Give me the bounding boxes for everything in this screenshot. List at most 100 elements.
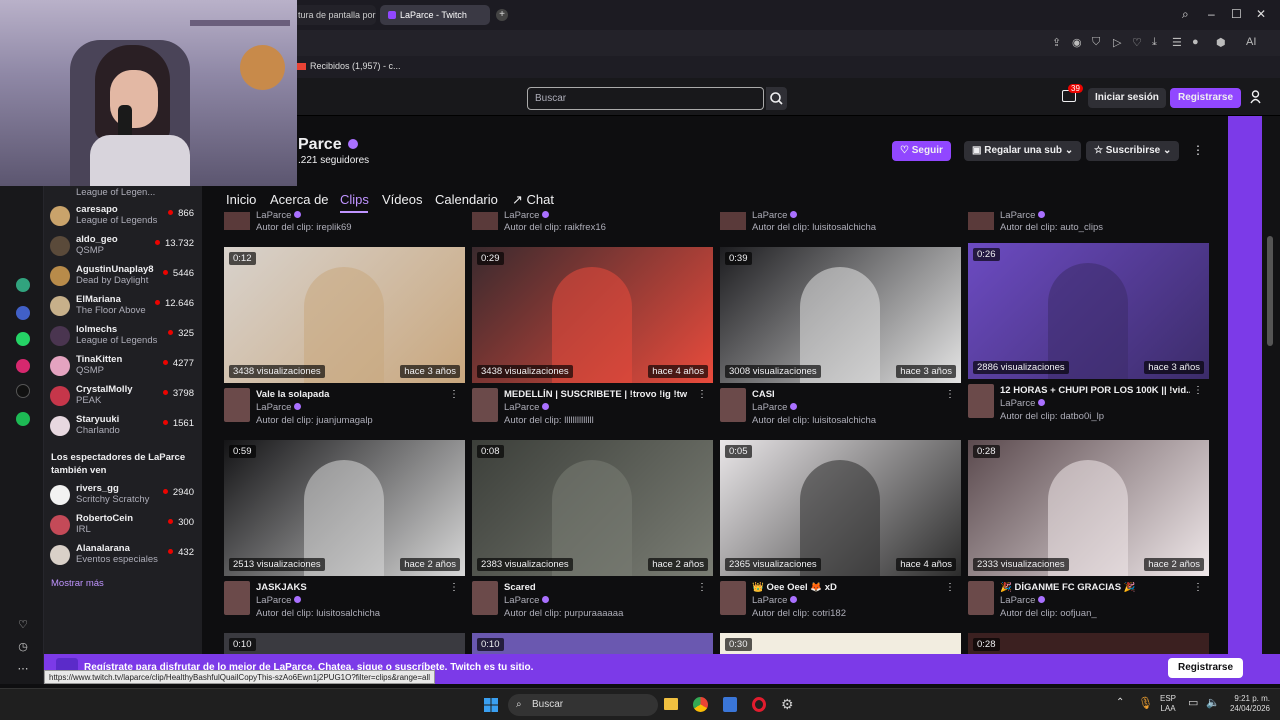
minimize-icon[interactable]: – <box>1208 7 1215 21</box>
taskbar-search[interactable]: ⌕ Buscar <box>508 694 658 716</box>
scrollbar[interactable] <box>1262 116 1280 654</box>
sidebar-channel[interactable]: rivers_gg Scritchy Scratchy 2940 <box>44 481 202 511</box>
tab-clips[interactable]: Clips <box>340 192 369 207</box>
tab-calendario[interactable]: Calendario <box>435 192 498 207</box>
sidebar-channel[interactable]: Alanalarana Eventos especiales 432 <box>44 541 202 571</box>
sidebar-channel[interactable]: AgustinUnaplay8 Dead by Daylight 5446 <box>44 262 202 292</box>
clip-card-partial[interactable]: LaParce Autor del clip: luisitosalchicha <box>720 210 961 240</box>
avatar[interactable] <box>472 581 498 615</box>
close-icon[interactable]: ✕ <box>1256 7 1266 21</box>
network-icon[interactable]: ▭ <box>1188 696 1198 709</box>
sidebar-app-icon[interactable] <box>16 278 30 292</box>
clip-title[interactable]: Vale la solapada <box>256 389 446 400</box>
clip-channel[interactable]: LaParce <box>256 210 302 221</box>
clip-thumbnail[interactable]: 0:28 <box>968 633 1209 654</box>
clip-thumbnail[interactable]: 0:59 2513 visualizaciones hace 2 años <box>224 440 465 576</box>
new-tab-button[interactable]: + <box>496 9 508 21</box>
more-options-icon[interactable]: ⋮ <box>1192 143 1204 157</box>
bookmark-item[interactable]: Recibidos (1,957) - c... <box>310 61 401 71</box>
avatar[interactable] <box>224 388 250 422</box>
clip-channel[interactable]: LaParce <box>1000 398 1046 409</box>
extension-icon[interactable]: ⬢ <box>1216 36 1226 49</box>
clip-channel[interactable]: LaParce <box>504 402 550 413</box>
avatar[interactable] <box>720 388 746 422</box>
sidebar-mail-icon[interactable] <box>16 306 30 320</box>
search-input[interactable]: Buscar <box>527 87 764 110</box>
clip-card[interactable]: 0:12 3438 visualizaciones hace 3 años Vale … <box>224 247 465 432</box>
heart-sidebar-icon[interactable]: ♡ <box>16 618 30 632</box>
play-icon[interactable]: ▷ <box>1113 36 1121 49</box>
login-button[interactable]: Iniciar sesión <box>1088 88 1166 108</box>
clip-thumbnail[interactable]: 0:10 <box>224 633 465 654</box>
camera-icon[interactable]: ◉ <box>1072 36 1082 49</box>
clip-title[interactable]: Scared <box>504 582 694 593</box>
clip-channel[interactable]: LaParce <box>752 210 798 221</box>
avatar[interactable] <box>968 581 994 615</box>
more-options-icon[interactable]: ⋮ <box>945 582 955 593</box>
lang-indicator[interactable]: ESP LAA <box>1160 694 1176 714</box>
clip-thumbnail[interactable]: 0:12 3438 visualizaciones hace 3 años <box>224 247 465 383</box>
clip-title[interactable]: JASKJAKS <box>256 582 446 593</box>
tray-chevron-icon[interactable]: ⌃ <box>1116 697 1124 708</box>
sidebar-channel[interactable]: TinaKitten QSMP 4277 <box>44 352 202 382</box>
more-icon[interactable]: ⋯ <box>16 662 30 676</box>
more-options-icon[interactable]: ⋮ <box>1193 385 1203 396</box>
clip-card[interactable]: 0:08 2383 visualizaciones hace 2 años Scare… <box>472 440 713 625</box>
calculator-icon[interactable] <box>723 697 737 712</box>
menu-icon[interactable]: ☰ <box>1172 36 1182 49</box>
clip-channel[interactable]: LaParce <box>1000 595 1046 606</box>
avatar[interactable] <box>968 384 994 418</box>
clip-channel[interactable]: LaParce <box>752 402 798 413</box>
clip-card[interactable]: 0:26 2886 visualizaciones hace 3 años 12 HO… <box>968 243 1209 428</box>
clip-card-partial[interactable]: LaParce Autor del clip: auto_clips <box>968 210 1209 240</box>
spotify-icon[interactable] <box>16 412 30 426</box>
avatar[interactable] <box>720 581 746 615</box>
more-options-icon[interactable]: ⋮ <box>697 389 707 400</box>
clip-card-partial[interactable]: LaParce Autor del clip: ireplik69 <box>224 210 465 240</box>
sidebar-channel[interactable]: ElMariana The Floor Above 12.646 <box>44 292 202 322</box>
sidebar-channel[interactable]: RobertoCein IRL 300 <box>44 511 202 541</box>
profile-icon[interactable]: ● <box>1192 36 1199 48</box>
start-icon[interactable] <box>484 698 498 712</box>
chrome-icon[interactable] <box>693 697 708 712</box>
avatar[interactable] <box>224 581 250 615</box>
download-icon[interactable]: ⤓ <box>1152 36 1157 49</box>
clip-title[interactable]: 👑 Oee Oeel 🦊 xD <box>752 582 942 593</box>
settings-icon[interactable]: ⚙ <box>781 696 794 713</box>
clip-title[interactable]: CASI <box>752 389 942 400</box>
history-icon[interactable]: ◷ <box>16 640 30 654</box>
clip-card[interactable]: 0:28 2333 visualizaciones hace 2 años 🎉 DÍG… <box>968 440 1209 625</box>
clip-thumbnail[interactable]: 0:26 2886 visualizaciones hace 3 años <box>968 243 1209 379</box>
whatsapp-icon[interactable] <box>16 332 30 346</box>
clip-thumbnail[interactable]: 0:28 2333 visualizaciones hace 2 años <box>968 440 1209 576</box>
clip-thumbnail[interactable]: 0:39 3008 visualizaciones hace 3 años <box>720 247 961 383</box>
follow-button[interactable]: ♡ Seguir <box>892 141 951 161</box>
search-tabs-icon[interactable]: ⌕ <box>1182 7 1189 22</box>
clip-channel[interactable]: LaParce <box>256 402 302 413</box>
sidebar-channel[interactable]: aldo_geo QSMP 13.732 <box>44 232 202 262</box>
tiktok-icon[interactable] <box>16 384 30 398</box>
tab-chat[interactable]: ↗ Chat <box>512 192 554 208</box>
search-button[interactable] <box>766 87 787 110</box>
clip-channel[interactable]: LaParce <box>504 210 550 221</box>
clip-title[interactable]: MEDELLÍN | SUSCRIBETE | !trovo !ig !tw <box>504 389 694 400</box>
clip-channel[interactable]: LaParce <box>1000 210 1046 221</box>
subscribe-button[interactable]: ☆ Suscribirse ⌄ <box>1086 141 1180 161</box>
ai-icon[interactable]: AI <box>1246 36 1256 48</box>
clip-card[interactable]: 0:39 3008 visualizaciones hace 3 años CASI L… <box>720 247 961 432</box>
clip-thumbnail[interactable]: 0:29 3438 visualizaciones hace 4 años <box>472 247 713 383</box>
share-icon[interactable]: ⇪ <box>1052 36 1061 49</box>
scrollbar-thumb[interactable] <box>1267 236 1273 346</box>
browser-tab[interactable]: tura de pantalla por L <box>290 5 376 25</box>
clock[interactable]: 9:21 p. m. 24/04/2026 <box>1220 694 1270 714</box>
user-icon[interactable] <box>1250 90 1261 104</box>
clip-card[interactable]: 0:29 3438 visualizaciones hace 4 años MEDEL… <box>472 247 713 432</box>
banner-register-button[interactable]: Registrarse <box>1168 658 1244 678</box>
clip-thumbnail[interactable]: 0:08 2383 visualizaciones hace 2 años <box>472 440 713 576</box>
more-options-icon[interactable]: ⋮ <box>1193 582 1203 593</box>
volume-icon[interactable]: 🔈 <box>1206 696 1220 709</box>
avatar[interactable] <box>472 388 498 422</box>
sidebar-channel[interactable]: CrystalMolly PEAK 3798 <box>44 382 202 412</box>
clip-card[interactable]: 0:59 2513 visualizaciones hace 2 años JASKJ… <box>224 440 465 625</box>
more-options-icon[interactable]: ⋮ <box>449 582 459 593</box>
